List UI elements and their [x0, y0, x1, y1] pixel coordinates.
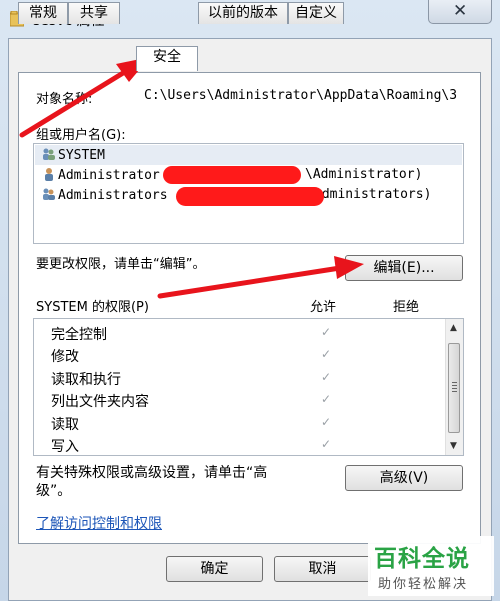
check-icon: ✓	[321, 370, 332, 384]
permission-full-control: 完全控制	[51, 327, 107, 343]
group-icon	[43, 148, 55, 160]
object-name-value: C:\Users\Administrator\AppData\Roaming\3	[144, 88, 458, 103]
permission-read-execute: 读取和执行	[51, 372, 121, 388]
list-item-administrators[interactable]: Administrators	[42, 187, 168, 203]
change-permissions-hint: 要更改权限，请单击“编辑”。	[36, 257, 206, 272]
cancel-button[interactable]: 取消	[274, 556, 371, 582]
ok-button[interactable]: 确定	[166, 556, 263, 582]
edit-button[interactable]: 编辑(E)...	[345, 255, 463, 281]
advanced-hint-line1: 有关特殊权限或高级设置，请单击“高	[36, 465, 268, 481]
scroll-down-icon[interactable]: ▼	[450, 441, 457, 451]
list-item-administrator[interactable]: Administrator	[42, 167, 160, 183]
check-icon: ✓	[321, 437, 332, 451]
advanced-hint-line2: 级”。	[36, 483, 72, 499]
tab-sharing[interactable]: 共享	[68, 2, 120, 24]
check-icon: ✓	[321, 325, 332, 339]
check-icon: ✓	[321, 347, 332, 361]
administrator-suffix: \Administrator)	[305, 167, 423, 182]
scroll-thumb[interactable]	[448, 343, 460, 433]
redaction-mark	[176, 187, 324, 206]
advanced-button[interactable]: 高级(V)	[345, 465, 463, 491]
permissions-label: SYSTEM 的权限(P)	[36, 300, 149, 315]
permissions-scrollbar[interactable]: ▲ ▼	[445, 319, 463, 455]
user-icon	[45, 168, 53, 181]
watermark-title: 百科全说	[374, 546, 470, 572]
redaction-mark	[163, 166, 301, 184]
close-icon: ✕	[453, 1, 468, 21]
learn-access-control-link[interactable]: 了解访问控制和权限	[36, 513, 162, 533]
scroll-up-icon[interactable]: ▲	[450, 323, 457, 333]
tab-customize[interactable]: 自定义	[288, 2, 344, 24]
watermark-logo: 百科全说 助你轻松解决	[368, 536, 494, 596]
permission-write: 写入	[51, 439, 79, 455]
tab-previous-versions[interactable]: 以前的版本	[198, 2, 288, 24]
group-icon	[43, 188, 55, 200]
check-icon: ✓	[321, 415, 332, 429]
object-name-label: 对象名称:	[36, 92, 93, 107]
tab-security[interactable]: 安全	[136, 46, 198, 71]
permission-read: 读取	[51, 417, 79, 433]
list-item-system[interactable]: SYSTEM	[42, 147, 105, 163]
properties-window: sesvc 属性 ✕ 常规 共享 安全 以前的版本 自定义 对象名称: C:\U…	[0, 0, 500, 601]
deny-header: 拒绝	[393, 300, 420, 315]
administrators-suffix: Administrators)	[314, 187, 432, 202]
watermark-subtitle: 助你轻松解决	[378, 577, 469, 592]
close-button[interactable]: ✕	[428, 0, 492, 24]
permissions-list: 完全控制 ✓ 修改 ✓ 读取和执行 ✓ 列出文件夹内容 ✓ 读取 ✓ 写入 ✓ …	[33, 318, 464, 456]
groups-label: 组或用户名(G):	[36, 128, 126, 143]
check-icon: ✓	[321, 392, 332, 406]
tab-general[interactable]: 常规	[18, 2, 68, 24]
allow-header: 允许	[310, 300, 337, 315]
permission-modify: 修改	[51, 349, 79, 365]
permission-list-folder: 列出文件夹内容	[51, 394, 149, 410]
